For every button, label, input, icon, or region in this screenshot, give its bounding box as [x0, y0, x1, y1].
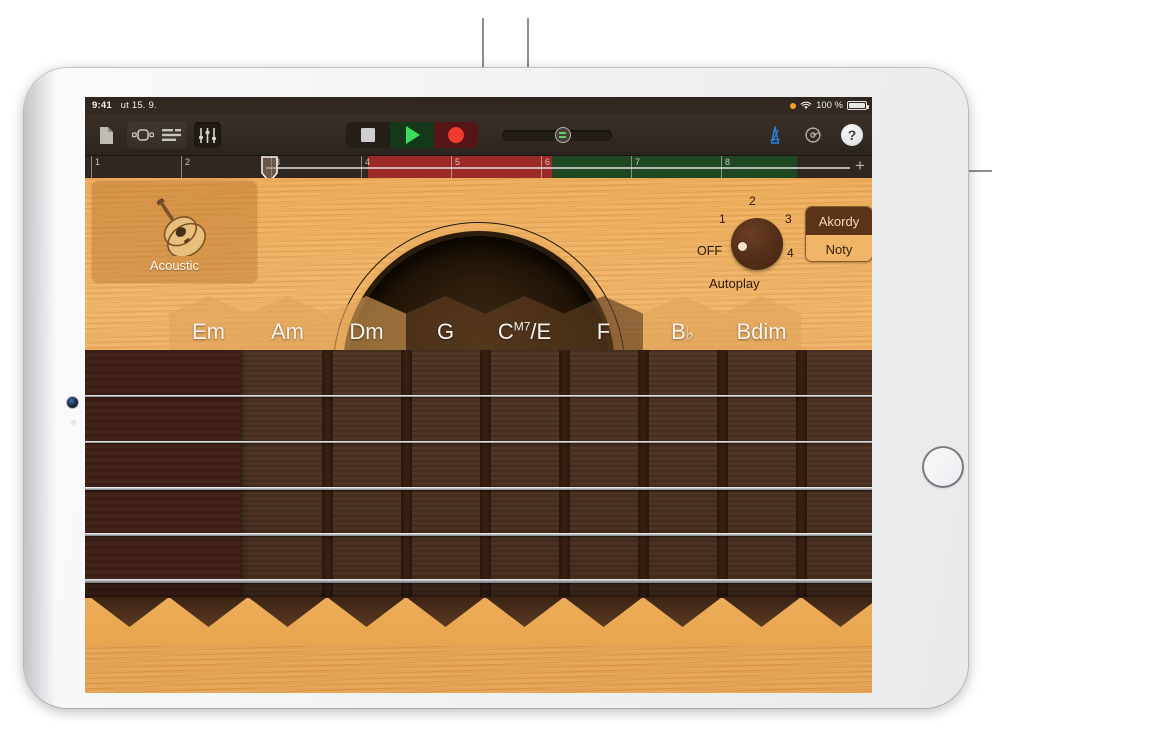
- status-bar-right: 100 %: [790, 97, 867, 114]
- status-bar-left: 9:41 ut 15. 9.: [92, 97, 157, 114]
- orange-dot-icon: [790, 103, 796, 109]
- fretboard-shadow: [85, 576, 872, 598]
- ruler-bar-number: 4: [365, 157, 370, 167]
- chord-strip-2[interactable]: Dm: [327, 296, 406, 351]
- guitar-string-4[interactable]: [85, 533, 872, 536]
- chevron: [643, 597, 722, 627]
- chord-strip-0[interactable]: Em: [169, 296, 248, 351]
- chord-label-7: Bdim: [736, 319, 786, 345]
- ruler-bar-number: 1: [95, 157, 100, 167]
- play-button[interactable]: [390, 122, 434, 148]
- chevron: [169, 597, 248, 627]
- chord-strip-5[interactable]: F: [564, 296, 643, 351]
- master-volume-slider[interactable]: [502, 129, 612, 141]
- document-icon[interactable]: [93, 122, 120, 148]
- record-button[interactable]: [434, 122, 478, 148]
- chord-strip-3[interactable]: G: [406, 296, 485, 351]
- ruler-bar-number: 2: [185, 157, 190, 167]
- timeline-ruler[interactable]: 1 2 3 4 5 6 7 8 +: [85, 156, 872, 178]
- knob-indicator: [738, 242, 747, 251]
- chord-strip-7[interactable]: Bdim: [722, 296, 801, 351]
- home-button[interactable]: [922, 446, 964, 488]
- fretboard[interactable]: [85, 350, 872, 646]
- chevron: [406, 597, 485, 627]
- microphone: [71, 420, 76, 425]
- cycle-range-line[interactable]: [266, 167, 850, 169]
- chevron: [327, 597, 406, 627]
- autoplay-knob[interactable]: [731, 218, 783, 270]
- chevron: [722, 597, 801, 627]
- front-camera: [67, 397, 78, 408]
- autoplay-label: Autoplay: [709, 276, 760, 291]
- notes-mode-button[interactable]: Noty: [806, 235, 872, 262]
- bar-divider: [181, 156, 182, 178]
- stop-button[interactable]: [346, 122, 390, 148]
- instrument-selector-label: Acoustic: [150, 258, 199, 273]
- autoplay-position-4: 4: [787, 246, 794, 260]
- battery-percent: 100 %: [816, 97, 843, 114]
- chord-chevron-row: [85, 598, 872, 646]
- screenshot-root: 9:41 ut 15. 9. 100 %: [0, 0, 1154, 737]
- bar-divider: [91, 156, 92, 178]
- chord-strip-6[interactable]: B♭: [643, 296, 722, 351]
- wifi-icon: [800, 101, 812, 110]
- chevron: [564, 597, 643, 627]
- ruler-bar-number: 5: [455, 157, 460, 167]
- chord-strip-row: Em Am Dm G CM7/E: [85, 296, 872, 351]
- chevron: [801, 597, 872, 627]
- ipad-screen: 9:41 ut 15. 9. 100 %: [85, 97, 872, 693]
- chord-strip-4[interactable]: CM7/E: [485, 296, 564, 351]
- chevron: [485, 597, 564, 627]
- autoplay-off-label: OFF: [697, 244, 722, 258]
- autoplay-control[interactable]: OFF 1 2 3 4 Autoplay: [699, 196, 804, 294]
- chords-mode-button[interactable]: Akordy: [806, 207, 872, 235]
- transport-button-group: [346, 122, 478, 148]
- chord-label-5: F: [597, 319, 610, 345]
- track-view-icon[interactable]: [158, 122, 185, 148]
- acoustic-guitar-icon: [127, 192, 223, 256]
- autoplay-position-3: 3: [785, 212, 792, 226]
- status-date: ut 15. 9.: [121, 100, 157, 111]
- ruler-bar-number: 6: [545, 157, 550, 167]
- mixer-fx-icon[interactable]: [194, 122, 221, 148]
- autoplay-position-1: 1: [719, 212, 726, 226]
- guitar-string-1[interactable]: [85, 395, 872, 397]
- ruler-bar-number: 7: [635, 157, 640, 167]
- ruler-bar-number: 8: [725, 157, 730, 167]
- guitar-instrument: Acoustic OFF 1 2 3 4 Autoplay Akordy Not…: [85, 178, 872, 693]
- add-track-button[interactable]: +: [852, 158, 868, 174]
- guitar-string-3[interactable]: [85, 487, 872, 490]
- status-bar: 9:41 ut 15. 9. 100 %: [85, 97, 872, 114]
- help-button[interactable]: ?: [841, 124, 863, 146]
- chord-strip-1[interactable]: Am: [248, 296, 327, 351]
- chevron: [248, 597, 327, 627]
- gear-icon[interactable]: [803, 125, 823, 145]
- chord-label-4: CM7/E: [498, 319, 551, 345]
- chord-label-1: Am: [271, 319, 304, 345]
- instrument-selector-button[interactable]: Acoustic: [91, 180, 258, 284]
- toolbar-right-group: ?: [765, 114, 863, 156]
- chord-label-3: G: [437, 319, 454, 345]
- status-time: 9:41: [92, 100, 112, 111]
- chord-label-6: B♭: [671, 319, 694, 345]
- guitar-string-2[interactable]: [85, 441, 872, 443]
- battery-icon: [847, 101, 867, 110]
- view-toggle-group: [127, 121, 187, 149]
- chord-label-0: Em: [192, 319, 225, 345]
- chevron: [90, 597, 169, 627]
- app-toolbar: ?: [85, 114, 872, 156]
- chords-notes-toggle[interactable]: Akordy Noty: [805, 206, 872, 262]
- loop-browser-icon[interactable]: [129, 122, 156, 148]
- metronome-icon[interactable]: [765, 125, 785, 145]
- toolbar-left-group: [93, 114, 221, 156]
- autoplay-position-2: 2: [749, 194, 756, 208]
- chord-label-2: Dm: [349, 319, 383, 345]
- playhead-marker[interactable]: [261, 156, 278, 178]
- slider-knob[interactable]: [555, 127, 571, 143]
- transport-controls: [346, 114, 612, 156]
